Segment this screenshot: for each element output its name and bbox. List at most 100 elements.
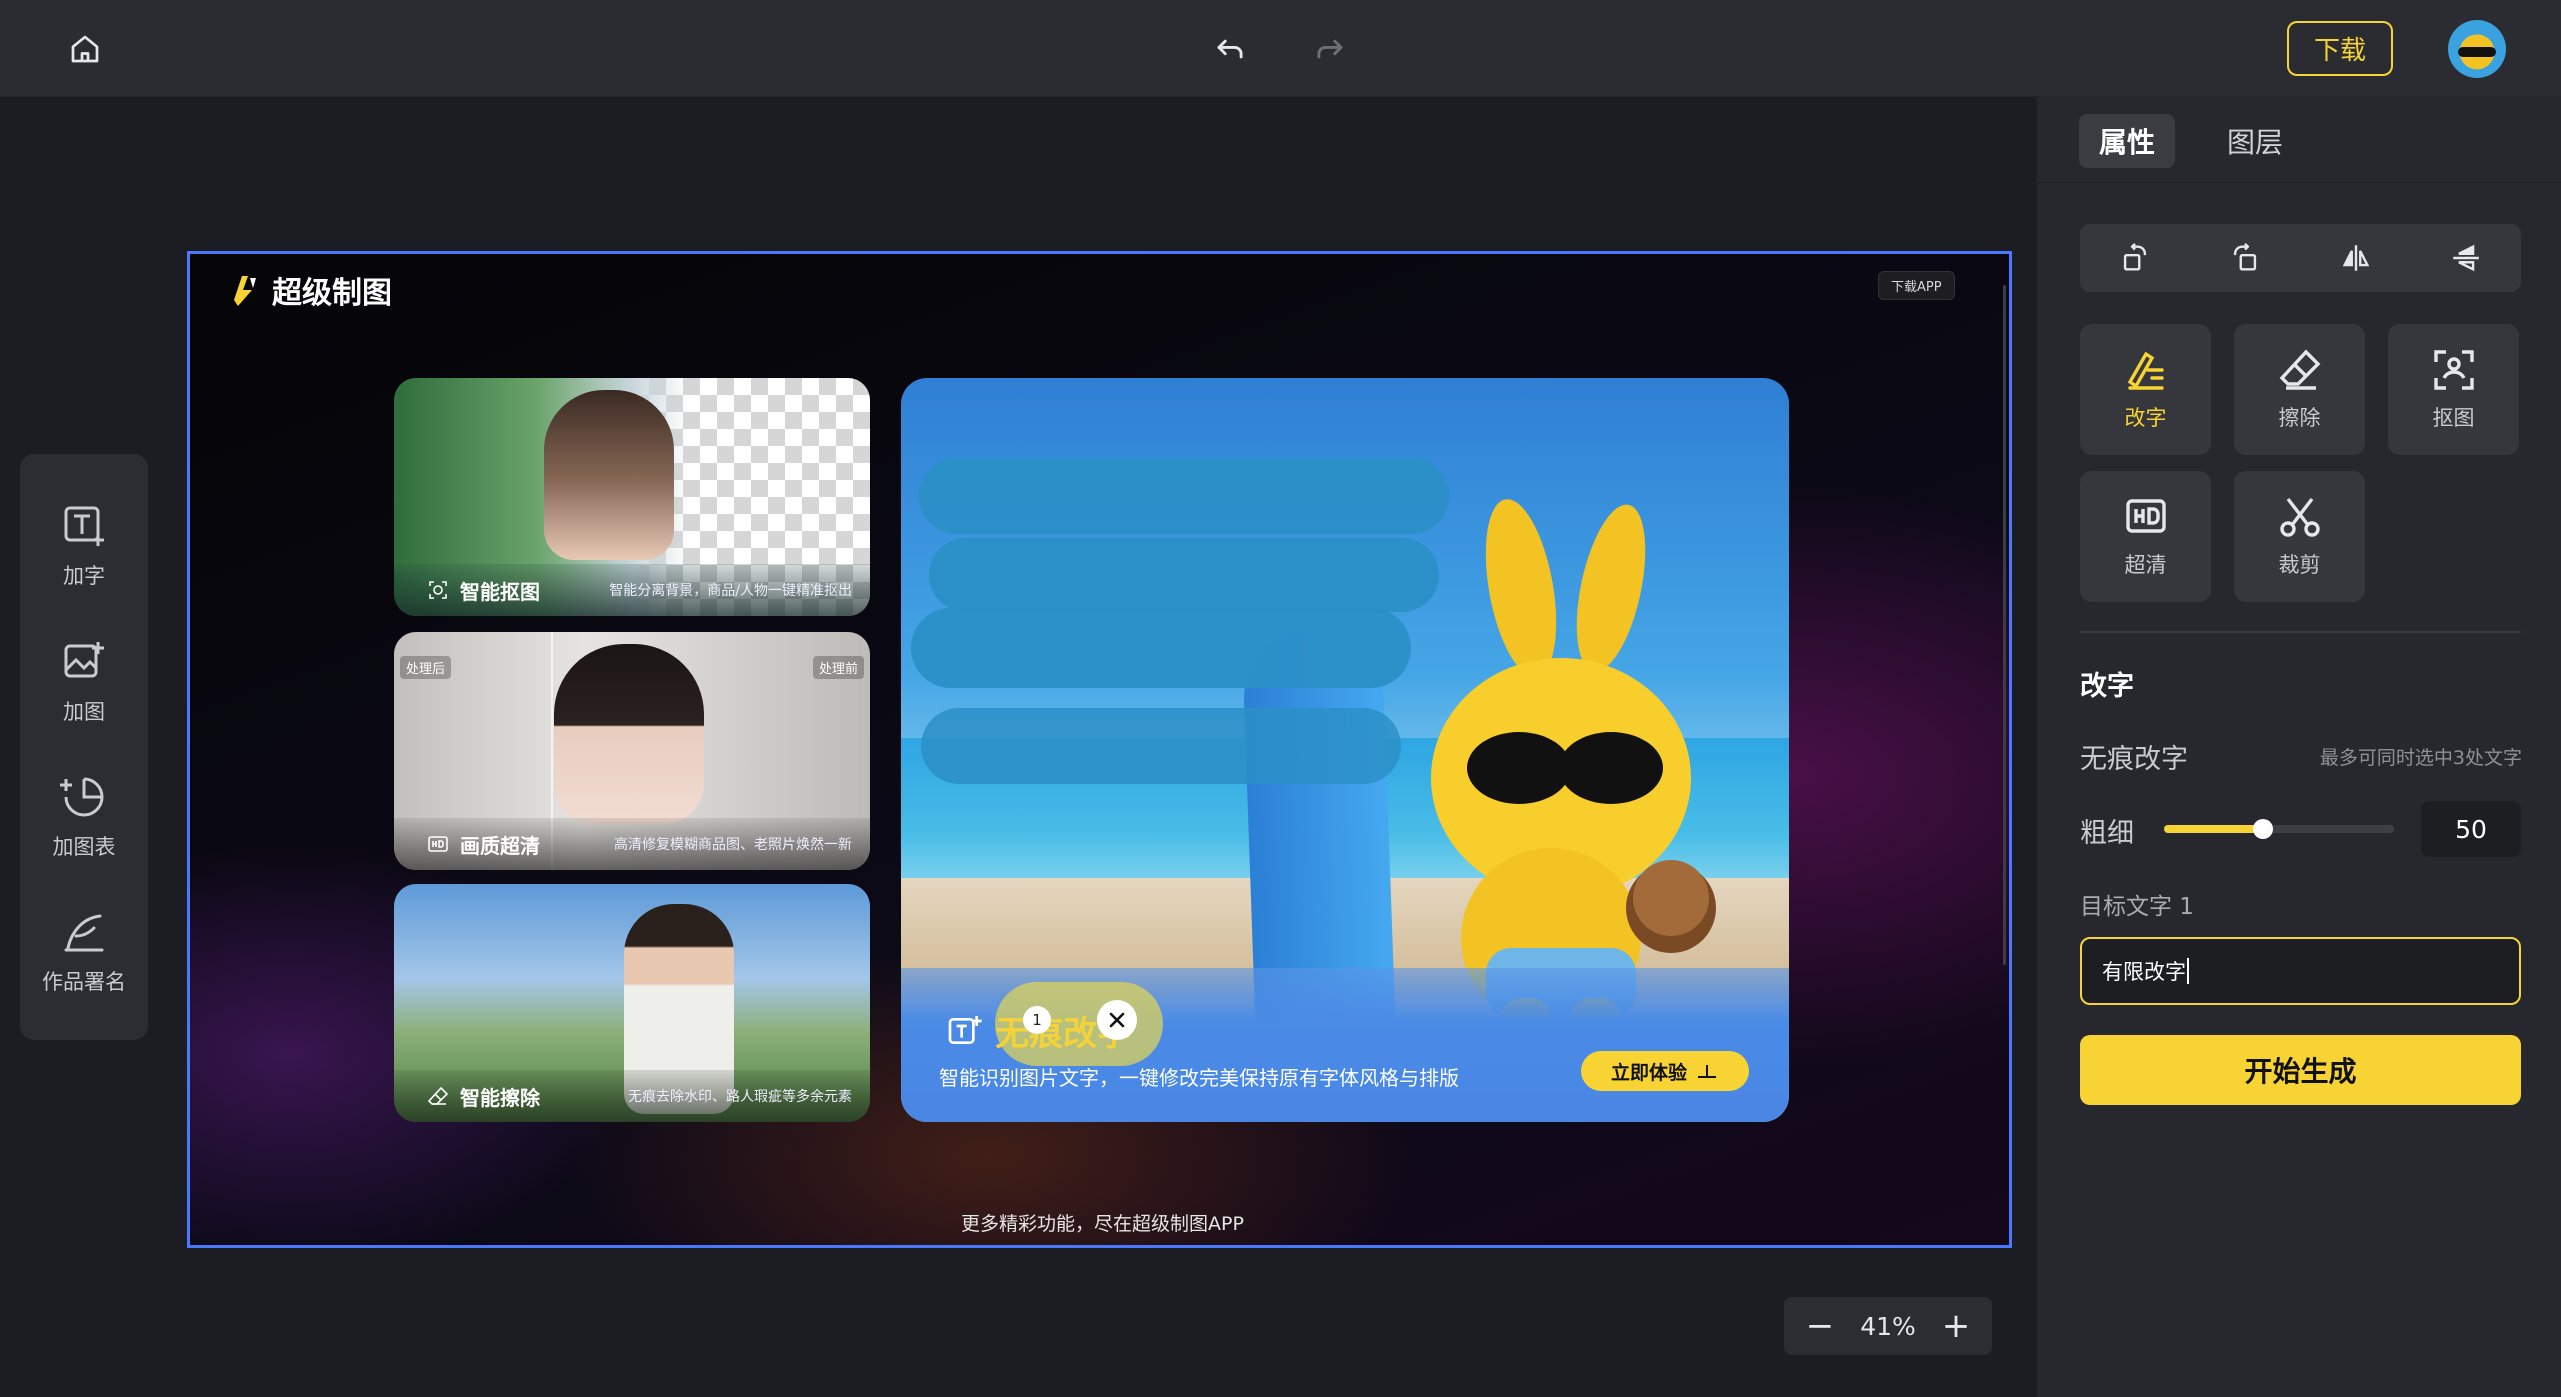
portrait-image	[554, 644, 704, 824]
logo-mark-icon	[234, 276, 256, 306]
feature-crop[interactable]: 裁剪	[2234, 471, 2365, 602]
feature-card-cutout: 智能抠图 智能分离背景，商品/人物一键精准抠出	[394, 378, 870, 616]
tool-add-text[interactable]: 加字	[20, 488, 148, 608]
transform-toolbar	[2080, 224, 2521, 292]
thickness-value-input[interactable]: 50	[2421, 801, 2521, 857]
erased-text-blob	[929, 538, 1439, 612]
feature-card-hd: 处理后 处理前 画质超清 高清修复模糊商品图、老照片焕然一新	[394, 632, 870, 870]
logo-text: 超级制图	[272, 276, 392, 311]
panel-divider	[2080, 631, 2521, 633]
mode-hint: 最多可同时选中3处文字	[2319, 747, 2522, 769]
edit-text-icon	[2127, 351, 2164, 390]
tool-signature[interactable]: 作品署名	[20, 894, 148, 1014]
hd-icon	[2125, 499, 2166, 533]
avatar[interactable]	[2448, 20, 2506, 78]
design-canvas[interactable]: 超级制图 下载APP 智能抠图 智能分离背景，商品/人物一键精准抠出 处理后 处…	[187, 251, 2012, 1248]
tool-label: 加图表	[52, 835, 116, 859]
remove-selection-button[interactable]	[1097, 1000, 1137, 1040]
eraser-icon	[2279, 349, 2320, 390]
zoom-level: 41%	[1860, 1311, 1916, 1341]
target-text-input[interactable]: 有限改字	[2080, 937, 2521, 1005]
mode-label: 无痕改字	[2080, 744, 2188, 775]
download-app-badge: 下载APP	[1878, 271, 1955, 300]
scissors-icon	[2279, 497, 2320, 537]
redo-button[interactable]	[1305, 26, 1355, 72]
card-desc: 无痕去除水印、路人瑕疵等多余元素	[628, 1089, 852, 1105]
zoom-out-button[interactable]: −	[1802, 1306, 1838, 1346]
card-desc: 智能分离背景，商品/人物一键精准抠出	[609, 583, 852, 599]
feature-edit-text[interactable]: 改字	[2080, 324, 2211, 455]
feature-label: 改字	[2124, 406, 2167, 430]
tab-properties[interactable]: 属性	[2079, 114, 2176, 168]
erased-text-blob	[921, 708, 1401, 784]
feature-label: 抠图	[2432, 406, 2475, 430]
portrait-image	[544, 390, 674, 560]
add-chart-icon	[60, 777, 104, 817]
top-bar: 下载	[0, 0, 2561, 97]
close-icon	[1109, 1012, 1125, 1028]
main-card-desc: 智能识别图片文字，一键修改完美保持原有字体风格与排版	[939, 1066, 1459, 1090]
rotate-left-button[interactable]	[2220, 233, 2270, 283]
feature-hd[interactable]: 超清	[2080, 471, 2211, 602]
zoom-in-button[interactable]: +	[1938, 1306, 1974, 1346]
card-caption: 画质超清 高清修复模糊商品图、老照片焕然一新	[394, 818, 870, 870]
flip-horizontal-icon	[2342, 245, 2369, 271]
tool-label: 作品署名	[42, 970, 126, 994]
tab-layers[interactable]: 图层	[2207, 114, 2303, 168]
try-now-label: 立即体验	[1610, 1061, 1687, 1084]
flip-vertical-icon	[2453, 244, 2479, 272]
card-title: 智能抠图	[460, 579, 540, 604]
card-desc: 高清修复模糊商品图、老照片焕然一新	[614, 837, 852, 853]
tag-after: 处理后	[400, 656, 452, 679]
text-caret	[2187, 958, 2189, 984]
slider-knob[interactable]	[2252, 819, 2273, 839]
slider-fill	[2164, 825, 2263, 833]
tool-add-chart[interactable]: 加图表	[20, 759, 148, 879]
cutout-icon	[2433, 350, 2474, 390]
feature-cutout[interactable]: 抠图	[2388, 324, 2519, 455]
rotate-right-icon	[2124, 242, 2147, 271]
rotate-right-button[interactable]	[2110, 233, 2160, 283]
generate-button[interactable]: 开始生成	[2080, 1035, 2521, 1105]
tool-add-image[interactable]: 加图	[20, 624, 148, 744]
hd-icon	[428, 836, 448, 852]
feature-label: 裁剪	[2278, 553, 2321, 577]
pointer-icon	[1698, 1065, 1716, 1078]
feature-erase[interactable]: 擦除	[2234, 324, 2365, 455]
redo-icon	[1317, 39, 1343, 59]
tool-label: 加字	[63, 564, 105, 588]
erased-text-blob	[919, 458, 1449, 534]
thickness-label: 粗细	[2080, 818, 2134, 849]
undo-button[interactable]	[1205, 26, 1255, 72]
properties-panel: 属性 图层 改字 擦除 抠图 超清 裁剪 改字 无痕改字 最多可同时选中3处文字…	[2036, 97, 2561, 1397]
section-title: 改字	[2080, 671, 2134, 702]
card-caption: 智能擦除 无痕去除水印、路人瑕疵等多余元素	[394, 1070, 870, 1122]
target-text-value: 有限改字	[2102, 960, 2186, 984]
eraser-icon	[427, 1086, 449, 1105]
card-title: 智能擦除	[460, 1085, 540, 1110]
feature-card-erase: 智能擦除 无痕去除水印、路人瑕疵等多余元素	[394, 884, 870, 1122]
cutout-icon	[429, 581, 447, 599]
home-button[interactable]	[60, 24, 110, 74]
panel-tabs: 属性 图层	[2037, 97, 2561, 183]
edit-text-icon	[948, 1015, 982, 1044]
flip-horizontal-button[interactable]	[2331, 233, 2381, 283]
feature-label: 擦除	[2278, 406, 2321, 430]
tag-before: 处理前	[812, 656, 864, 679]
main-feature-card: 无痕改字 1 智能识别图片文字，一键修改完美保持原有字体风格与排版 立即体验	[901, 378, 1789, 1122]
signature-icon	[64, 914, 104, 952]
thickness-slider[interactable]	[2164, 819, 2394, 839]
erased-text-blob	[911, 608, 1411, 688]
tool-label: 加图	[63, 700, 105, 724]
undo-icon	[1217, 39, 1243, 59]
canvas-footer: 更多精彩功能，尽在超级制图APP	[961, 1213, 1244, 1235]
vertical-scrollbar[interactable]	[2003, 285, 2006, 965]
home-icon	[71, 35, 99, 63]
left-toolbar: 加字 加图 加图表 作品署名	[20, 454, 148, 1040]
rotate-left-icon	[2234, 242, 2257, 271]
download-button[interactable]: 下载	[2287, 21, 2393, 76]
zoom-control: − 41% +	[1784, 1297, 1992, 1355]
flip-vertical-button[interactable]	[2441, 233, 2491, 283]
card-title: 画质超清	[460, 833, 540, 858]
add-text-icon	[64, 506, 104, 546]
